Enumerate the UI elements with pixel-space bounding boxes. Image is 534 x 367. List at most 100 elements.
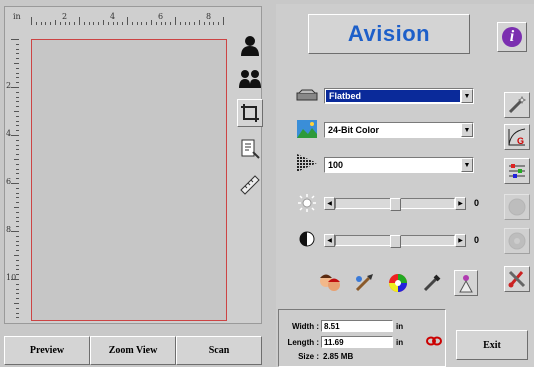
ruler-tick (16, 67, 19, 69)
exit-button[interactable]: Exit (456, 330, 528, 360)
ruler-tick (59, 22, 61, 25)
eyedropper-button[interactable] (420, 270, 444, 296)
ruler-tick (45, 22, 47, 25)
slider-left-arrow-icon[interactable]: ◀ (324, 196, 335, 210)
slider-track[interactable] (335, 197, 455, 211)
horizontal-ruler: in 2 4 6 8 (13, 12, 225, 25)
ruler-tick (74, 22, 76, 25)
ruler-icon (240, 175, 260, 195)
color-wheel-button[interactable] (386, 270, 410, 296)
ruler-tick (155, 22, 157, 25)
ruler-tick (16, 106, 19, 108)
ruler-tick (203, 22, 205, 25)
ruler-tick (16, 96, 19, 98)
ruler-tick (16, 216, 19, 218)
color-adjust-button[interactable] (504, 158, 530, 184)
ruler-tick (16, 192, 19, 194)
length-label: Length : (287, 337, 319, 347)
ruler-tick (160, 22, 162, 25)
contrast-slider[interactable]: ◀ ▶ (324, 233, 466, 248)
zoom-view-button[interactable]: Zoom View (90, 336, 176, 365)
ruler-tick (175, 17, 176, 25)
magic-wand-button[interactable] (504, 92, 530, 118)
color-wheel-icon (389, 274, 407, 292)
ruler-tick (16, 168, 19, 170)
slider-left-arrow-icon[interactable]: ◀ (324, 233, 335, 247)
page-layout-button[interactable] (237, 135, 263, 163)
slider-right-arrow-icon[interactable]: ▶ (455, 196, 466, 210)
two-persons-icon (239, 70, 261, 88)
ruler-tick (170, 22, 172, 25)
length-field[interactable]: 11.69 (321, 336, 393, 348)
color-mode-select[interactable]: 24-Bit Color ▼ (324, 122, 474, 138)
ruler-tick (16, 264, 19, 266)
brightness-icon (296, 194, 318, 212)
slider-right-arrow-icon[interactable]: ▶ (455, 233, 466, 247)
slider-thumb[interactable] (390, 234, 401, 248)
ruler-tick (16, 250, 19, 252)
scan-preview-area[interactable] (31, 39, 227, 321)
disabled-icon-1 (508, 198, 526, 216)
info-icon: i (502, 27, 522, 47)
disabled-tool-button[interactable] (504, 228, 530, 254)
resolution-select[interactable]: 100 ▼ (324, 157, 474, 173)
ruler-tick (103, 20, 104, 25)
faces-button[interactable] (318, 270, 342, 296)
ruler-tick (16, 82, 19, 84)
tools-button[interactable] (504, 266, 530, 292)
two-persons-button[interactable] (237, 65, 263, 93)
ruler-tick (64, 22, 66, 25)
ruler-tick (11, 135, 19, 136)
ruler-tick (31, 17, 32, 25)
link-icon[interactable] (426, 335, 442, 350)
ruler-tick (16, 317, 19, 319)
ruler-tick (14, 303, 19, 304)
length-unit: in (396, 337, 404, 347)
measure-button[interactable] (237, 171, 263, 199)
chevron-down-icon[interactable]: ▼ (461, 123, 473, 137)
size-value: 2.85 MB (323, 352, 354, 361)
ruler-tick (16, 139, 19, 141)
preview-button[interactable]: Preview (4, 336, 90, 365)
ruler-tick (16, 58, 19, 60)
ruler-tick (131, 22, 133, 25)
ruler-tick (11, 39, 19, 40)
gamma-curve-button[interactable]: G (504, 124, 530, 150)
ruler-tick (16, 130, 19, 132)
disabled-tool-button[interactable] (504, 194, 530, 220)
brightness-slider[interactable]: ◀ ▶ (324, 196, 466, 211)
filter-button[interactable] (454, 270, 478, 296)
ruler-tick (184, 22, 186, 25)
source-select[interactable]: Flatbed ▼ (324, 88, 474, 104)
ruler-tick (146, 22, 148, 25)
chevron-down-icon[interactable]: ▼ (461, 89, 473, 103)
ruler-tick (199, 20, 200, 25)
ruler-tick (122, 22, 124, 25)
length-row: Length : 11.69 in (283, 336, 403, 348)
person-button[interactable] (237, 31, 263, 59)
chevron-down-icon[interactable]: ▼ (461, 158, 473, 172)
ruler-tick (14, 159, 19, 160)
resolution-icon (296, 154, 318, 172)
ruler-tick (14, 207, 19, 208)
crop-button[interactable] (237, 99, 263, 127)
ruler-tick (16, 240, 19, 242)
ruler-tick (16, 312, 19, 314)
ruler-tick (16, 125, 19, 127)
ruler-tick (16, 211, 19, 213)
ruler-tick (16, 173, 19, 175)
ruler-tick (16, 101, 19, 103)
ruler-label: 2 (6, 81, 12, 90)
brand-button[interactable]: Avision (308, 14, 470, 54)
ruler-tick (213, 22, 215, 25)
scan-button[interactable]: Scan (176, 336, 262, 365)
ruler-label: 4 (110, 12, 116, 21)
info-button[interactable]: i (497, 22, 527, 52)
ruler-tick (107, 22, 109, 25)
width-field[interactable]: 8.51 (321, 320, 393, 332)
ruler-label: 4 (6, 129, 12, 138)
slider-track[interactable] (335, 234, 455, 248)
slider-thumb[interactable] (390, 197, 401, 211)
ruler-tick (16, 226, 19, 228)
brush-button[interactable] (352, 270, 376, 296)
